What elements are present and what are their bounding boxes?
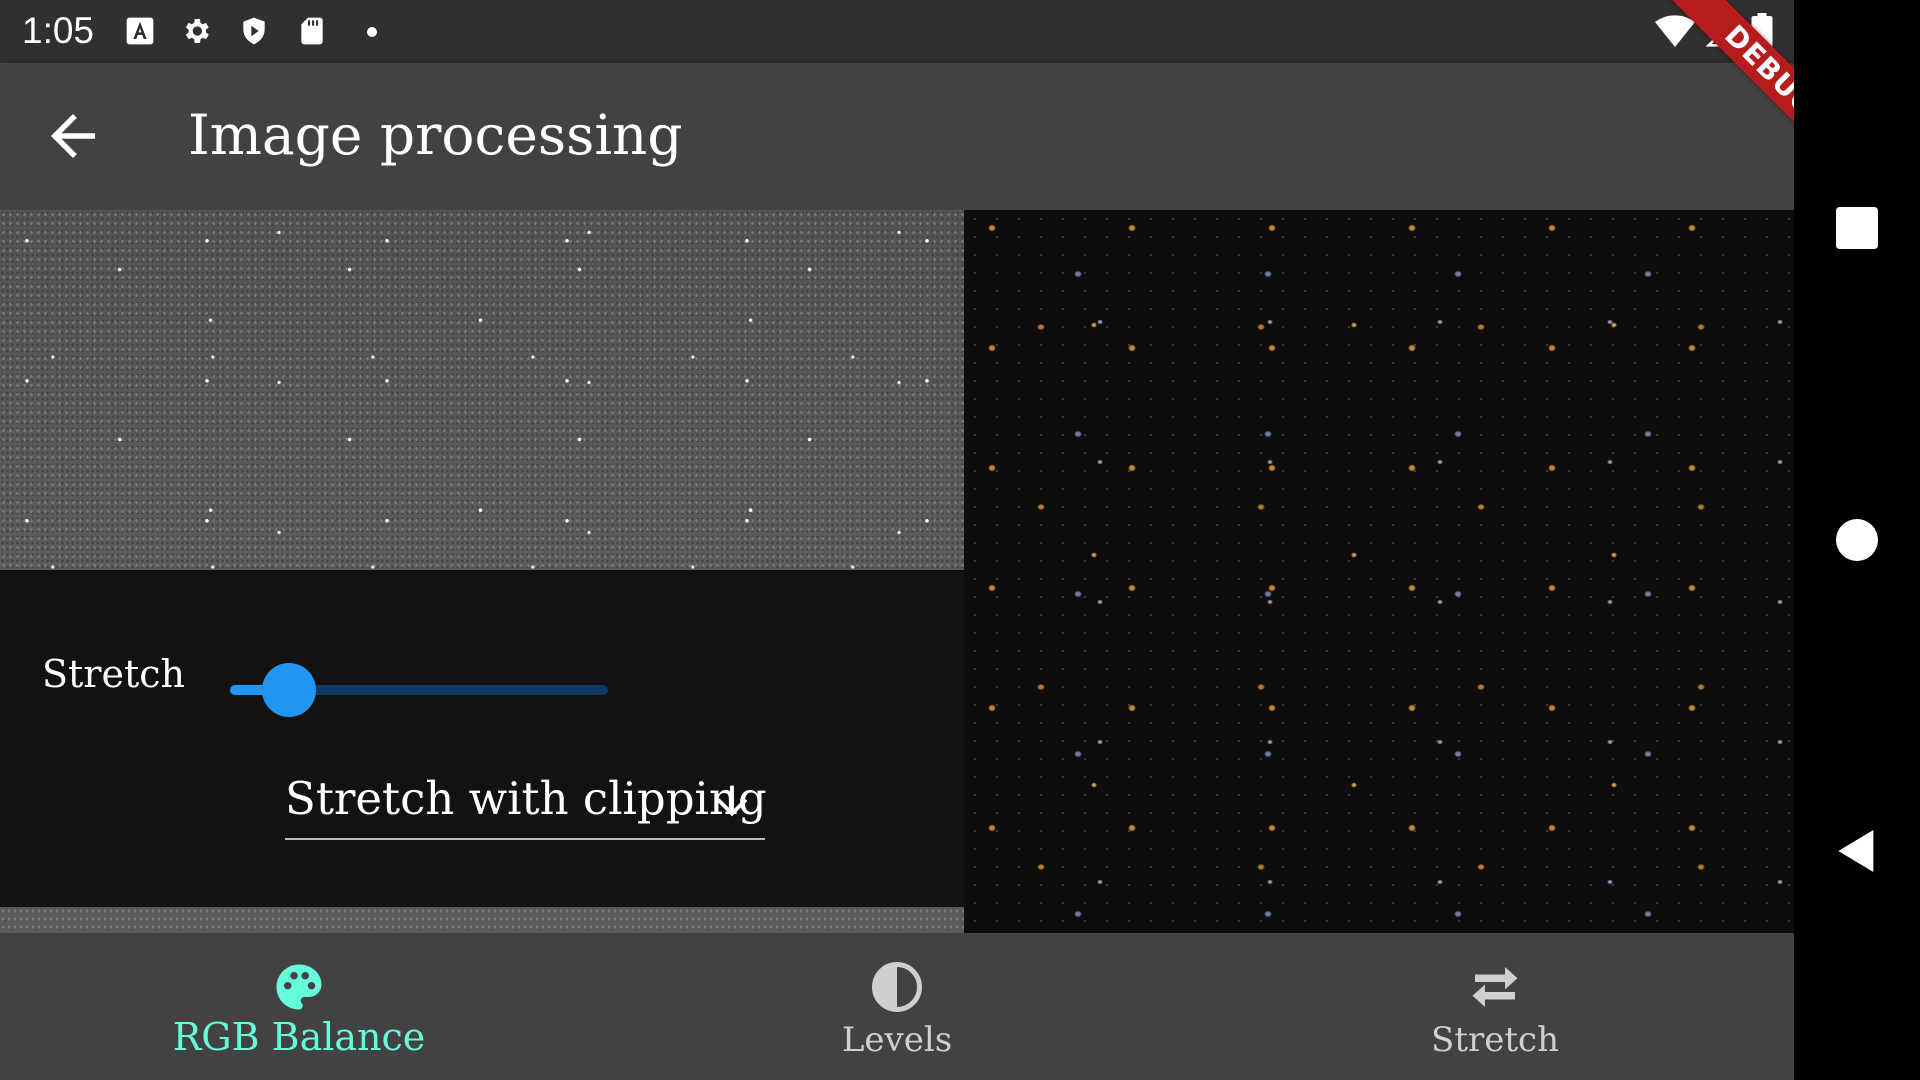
shield-play-icon <box>243 17 265 45</box>
dropdown-value: Stretch with clipping <box>285 772 767 825</box>
stretch-label: Stretch <box>42 652 185 696</box>
nav-stretch[interactable]: Stretch <box>1196 933 1794 1080</box>
status-bar: 1:05 <box>0 0 1794 63</box>
app-bar: Image processing <box>0 63 1794 210</box>
contrast-icon <box>872 962 922 1012</box>
color-preview-image <box>964 210 1794 933</box>
palette-icon <box>276 964 322 1010</box>
font-a-icon <box>126 17 154 45</box>
nav-levels-label: Levels <box>841 1020 953 1060</box>
stretch-slider[interactable] <box>230 663 610 717</box>
nav-stretch-label: Stretch <box>1431 1020 1559 1060</box>
sd-card-icon <box>301 17 323 45</box>
nav-rgb-balance[interactable]: RGB Balance <box>0 933 598 1080</box>
bottom-navigation: RGB Balance Levels Stretch <box>0 933 1794 1080</box>
home-circle-icon[interactable] <box>1829 512 1885 568</box>
gear-icon <box>185 19 209 43</box>
page-title: Image processing <box>188 103 683 167</box>
system-navigation-bar <box>1794 0 1920 1080</box>
signal-icon <box>1706 15 1737 47</box>
battery-icon <box>1751 13 1773 49</box>
grayscale-preview-image <box>0 210 964 570</box>
swap-arrows-icon <box>1472 967 1518 1007</box>
stretch-mode-dropdown[interactable]: Stretch with clipping <box>285 770 767 840</box>
arrow-back-icon[interactable] <box>40 103 106 169</box>
back-triangle-icon[interactable] <box>1829 823 1885 879</box>
arrow-down-icon <box>716 785 748 817</box>
nav-rgb-balance-label: RGB Balance <box>172 1015 426 1059</box>
stretch-controls-panel: Stretch Stretch with clipping <box>0 570 964 907</box>
status-time: 1:05 <box>22 10 95 51</box>
strip-caption: . <box>4 913 7 923</box>
image-preview-area: Stretch Stretch with clipping . <box>0 210 1794 933</box>
app-screen: 1:05 Image processing DEBUG Stretch Stre… <box>0 0 1794 1080</box>
notification-dot-icon <box>367 27 377 37</box>
nav-levels[interactable]: Levels <box>598 933 1196 1080</box>
recents-square-icon[interactable] <box>1829 200 1885 256</box>
grayscale-preview-strip: . <box>0 907 964 933</box>
wifi-icon <box>1655 15 1695 47</box>
slider-thumb[interactable] <box>262 663 316 717</box>
